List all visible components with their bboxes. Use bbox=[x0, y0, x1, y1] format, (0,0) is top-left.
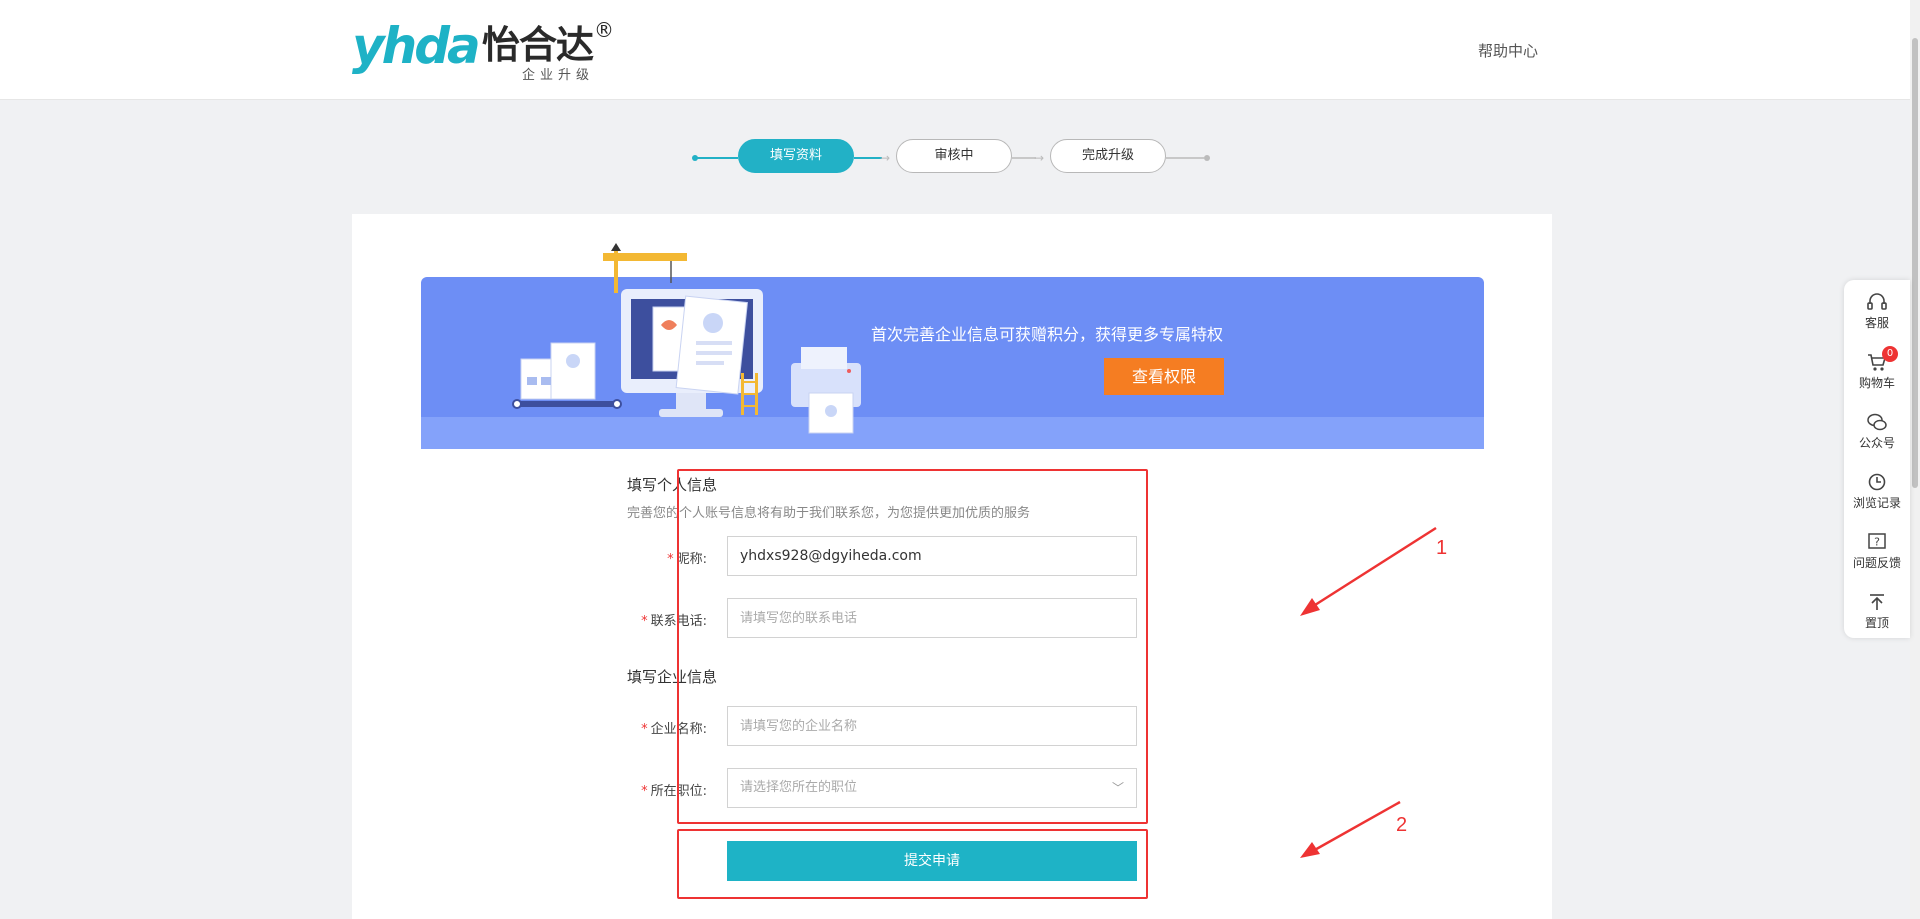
progress-steps: 填写资料 → 审核中 → 完成升级 bbox=[688, 139, 1212, 175]
step-fill-info: 填写资料 bbox=[738, 139, 854, 173]
annotation-arrows-icon bbox=[1300, 526, 1437, 858]
step-end-dot bbox=[1204, 155, 1210, 161]
customer-service-label: 客服 bbox=[1864, 316, 1889, 330]
page-scrollbar[interactable] bbox=[1910, 0, 1920, 919]
logo-registered-mark: ® bbox=[594, 18, 614, 42]
step-line-4 bbox=[1166, 157, 1204, 159]
browse-history-label: 浏览记录 bbox=[1852, 496, 1901, 510]
step-line-2 bbox=[854, 157, 882, 159]
svg-text:?: ? bbox=[1874, 536, 1880, 549]
cart-count-badge: 0 bbox=[1882, 346, 1898, 362]
office-illustration-icon bbox=[512, 243, 861, 434]
help-center-link[interactable]: 帮助中心 bbox=[1478, 40, 1538, 61]
promo-banner: 首次完善企业信息可获赠积分，获得更多专属特权 查看权限 bbox=[421, 243, 1484, 449]
back-to-top-label: 置顶 bbox=[1864, 616, 1889, 630]
feedback-label: 问题反馈 bbox=[1852, 556, 1901, 570]
question-icon: ? bbox=[1868, 533, 1886, 549]
company-logo[interactable]: yhda 怡合达 ® 企业升级 bbox=[352, 17, 622, 83]
step-line-1 bbox=[696, 157, 738, 159]
shopping-cart-label: 购物车 bbox=[1858, 376, 1895, 390]
top-header: yhda 怡合达 ® 企业升级 帮助中心 bbox=[0, 0, 1910, 100]
annotation-number-2: 2 bbox=[1396, 814, 1408, 836]
wechat-icon bbox=[1867, 413, 1887, 431]
step-arrow-1: → bbox=[880, 151, 891, 165]
view-privileges-button[interactable]: 查看权限 bbox=[1104, 358, 1224, 395]
feedback-button[interactable]: ? 问题反馈 bbox=[1844, 524, 1910, 584]
clock-icon bbox=[1868, 473, 1886, 491]
step-arrow-2: → bbox=[1034, 151, 1045, 165]
step-line-3 bbox=[1012, 157, 1036, 159]
shopping-cart-button[interactable]: 0 购物车 bbox=[1844, 344, 1910, 404]
step-reviewing: 审核中 bbox=[896, 139, 1012, 173]
logo-cn-text: 怡合达 bbox=[482, 23, 594, 67]
scrollbar-thumb[interactable] bbox=[1912, 38, 1918, 488]
logo-subtitle: 企业升级 bbox=[522, 68, 595, 83]
headset-icon bbox=[1867, 293, 1887, 310]
step-complete: 完成升级 bbox=[1050, 139, 1166, 173]
official-account-label: 公众号 bbox=[1858, 436, 1895, 450]
annotation-number-1: 1 bbox=[1436, 537, 1448, 559]
official-account-button[interactable]: 公众号 bbox=[1844, 404, 1910, 464]
arrow-up-icon bbox=[1870, 594, 1884, 610]
logo-en-text: yhda bbox=[352, 17, 481, 75]
annotation-box-1 bbox=[677, 469, 1148, 824]
back-to-top-button[interactable]: 置顶 bbox=[1844, 584, 1910, 644]
customer-service-button[interactable]: 客服 bbox=[1844, 284, 1910, 344]
browse-history-button[interactable]: 浏览记录 bbox=[1844, 464, 1910, 524]
annotation-box-2 bbox=[677, 829, 1148, 899]
floating-toolbar: 客服 0 购物车 公众号 浏览记录 ? 问题反馈 置顶 bbox=[1844, 280, 1910, 638]
banner-message: 首次完善企业信息可获赠积分，获得更多专属特权 bbox=[871, 325, 1224, 344]
